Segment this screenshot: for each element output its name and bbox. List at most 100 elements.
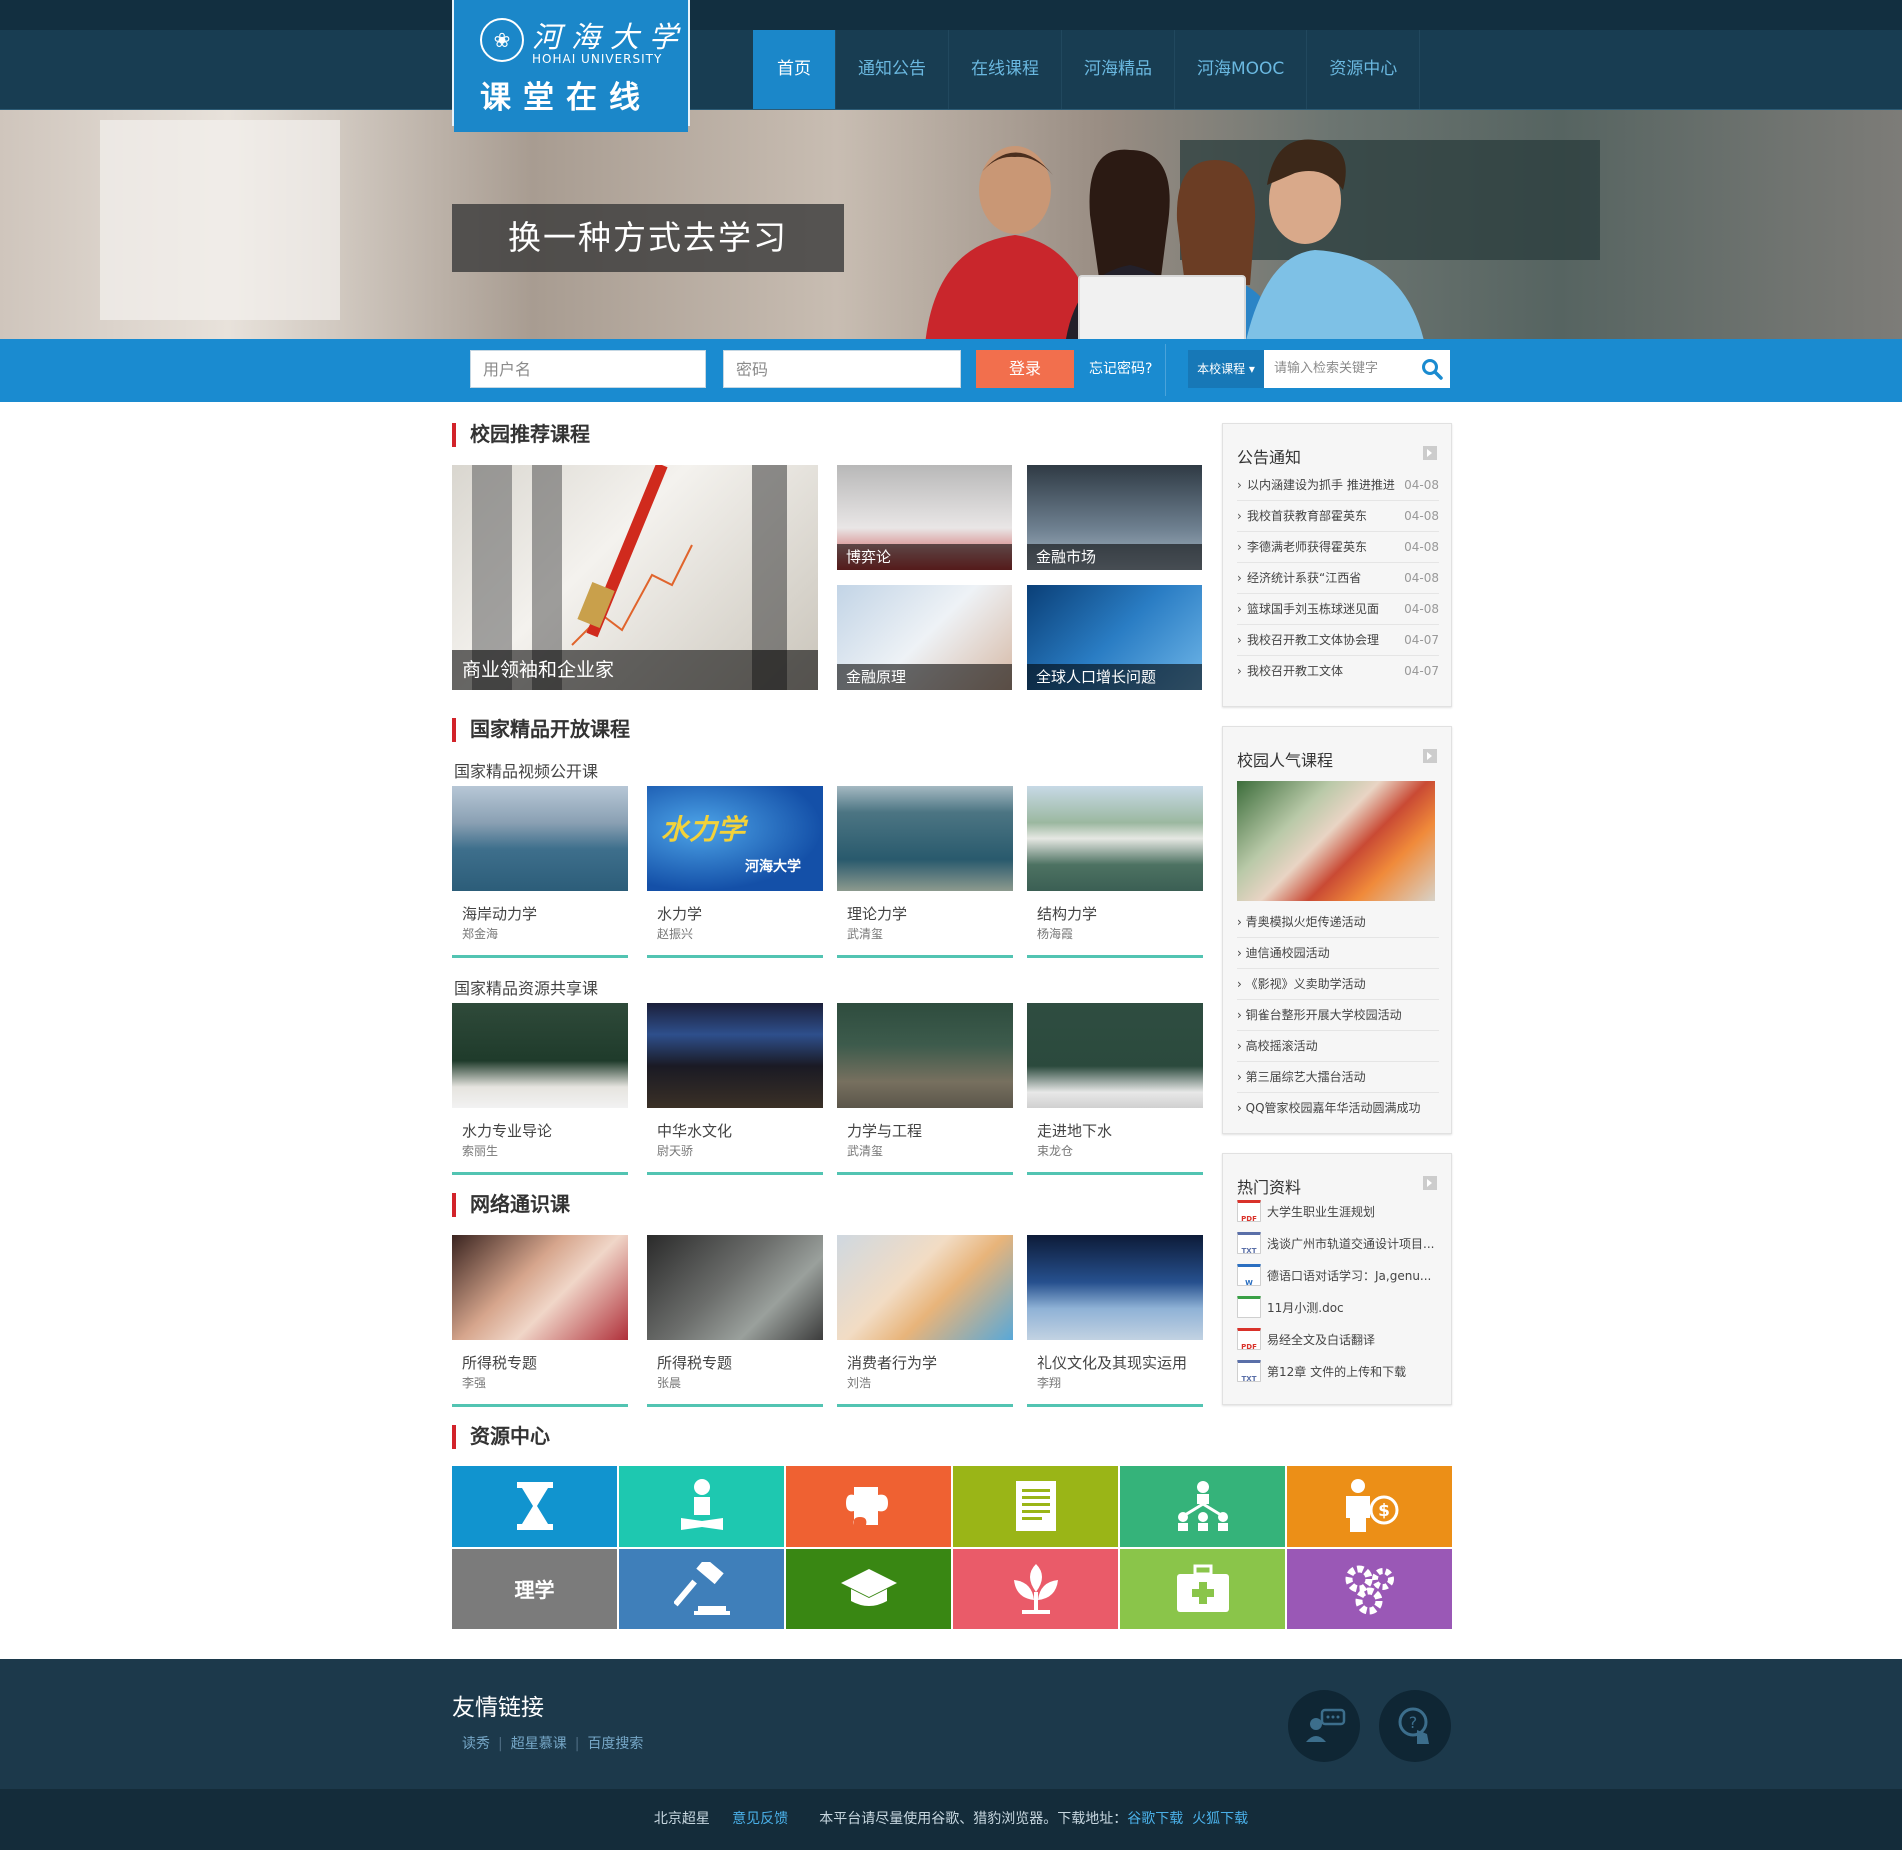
- nav-item-hohai-mooc[interactable]: 河海MOOC: [1175, 30, 1308, 109]
- popular-course-item[interactable]: › 迪信通校园活动: [1237, 938, 1439, 969]
- notice-item[interactable]: › 李德满老师获得霍英东 04-08: [1237, 532, 1439, 563]
- resource-tile[interactable]: $: [1287, 1466, 1452, 1547]
- nav-item-resource-center[interactable]: 资源中心: [1307, 30, 1421, 109]
- chat-support-button[interactable]: [1288, 1690, 1360, 1762]
- friend-links: 读秀 | 超星慕课 | 百度搜索: [462, 1733, 643, 1753]
- course-card[interactable]: 海岸动力学 郑金海: [452, 786, 628, 958]
- search-icon[interactable]: [1420, 357, 1444, 381]
- notice-item[interactable]: › 我校召开教工文体 04-07: [1237, 656, 1439, 687]
- txt-file-icon: TXT: [1237, 1359, 1261, 1383]
- resource-tile[interactable]: [619, 1466, 784, 1547]
- search-scope-select[interactable]: 本校课程 ▾: [1188, 350, 1264, 388]
- doc-title: 第12章 文件的上传和下载: [1267, 1365, 1407, 1379]
- doc-item[interactable]: PDF 易经全文及白话翻译: [1237, 1324, 1439, 1356]
- nav-item-home[interactable]: 首页: [753, 30, 836, 109]
- plant-icon: [1013, 1563, 1058, 1614]
- course-tile-population-growth[interactable]: 全球人口增长问题: [1027, 585, 1202, 690]
- course-card[interactable]: 中华水文化 尉天骄: [647, 1003, 823, 1175]
- notice-item[interactable]: › 篮球国手刘玉栋球迷见面 04-08: [1237, 594, 1439, 625]
- doc-item[interactable]: 11月小测.doc: [1237, 1292, 1439, 1324]
- svg-text:?: ?: [1409, 1713, 1418, 1732]
- notice-title: 李德满老师获得霍英东: [1247, 540, 1368, 554]
- notice-date: 04-08: [1404, 571, 1439, 585]
- forgot-password-link[interactable]: 忘记密码?: [1089, 358, 1152, 378]
- course-card[interactable]: 所得税专题 张晨: [647, 1235, 823, 1407]
- nav-item-notices[interactable]: 通知公告: [836, 30, 949, 109]
- resource-tile[interactable]: [786, 1466, 951, 1547]
- resource-tile[interactable]: 理学: [452, 1548, 617, 1629]
- course-tile-financial-market[interactable]: 金融市场: [1027, 465, 1202, 570]
- popular-course-item[interactable]: › 青奥模拟火炬传递活动: [1237, 907, 1439, 938]
- notice-date: 04-07: [1404, 633, 1439, 647]
- resource-tile[interactable]: [619, 1548, 784, 1629]
- resource-tile[interactable]: [953, 1466, 1118, 1547]
- course-card[interactable]: 走进地下水 束龙仓: [1027, 1003, 1203, 1175]
- friend-link[interactable]: 读秀: [462, 1736, 490, 1752]
- course-thumbnail: [1027, 786, 1203, 891]
- org-name: 北京超星: [653, 1811, 710, 1827]
- doc-item[interactable]: TXT 浅谈广州市轨道交通设计项目...: [1237, 1228, 1439, 1260]
- course-teacher: 郑金海: [462, 927, 499, 941]
- login-button[interactable]: 登录: [976, 350, 1074, 388]
- doc-item[interactable]: PDF 大学生职业生涯规划: [1237, 1196, 1439, 1228]
- notice-date: 04-07: [1404, 664, 1439, 678]
- course-card[interactable]: 理论力学 武清玺: [837, 786, 1013, 958]
- notice-item[interactable]: › 我校召开教工文体协会理 04-07: [1237, 625, 1439, 656]
- course-card[interactable]: 礼仪文化及其现实运用 李翔: [1027, 1235, 1203, 1407]
- gears-icon: [1345, 1565, 1394, 1615]
- course-teacher: 武清玺: [847, 927, 884, 941]
- notice-item[interactable]: › 经济统计系获“江西省 04-08: [1237, 563, 1439, 594]
- notice-item[interactable]: › 以内涵建设为抓手 推进推进 04-08: [1237, 470, 1439, 501]
- popular-course-title: 高校摇滚活动: [1245, 1039, 1318, 1053]
- nav-item-online-courses[interactable]: 在线课程: [949, 30, 1062, 109]
- popular-course-item[interactable]: › 《影视》义卖助学活动: [1237, 969, 1439, 1000]
- popular-course-item[interactable]: › 第三届综艺大擂台活动: [1237, 1062, 1439, 1093]
- resource-tile[interactable]: [452, 1466, 617, 1547]
- course-tile-game-theory[interactable]: 博弈论: [837, 465, 1012, 570]
- featured-course-tile[interactable]: 商业领袖和企业家: [452, 465, 818, 690]
- course-thumbnail: [837, 786, 1013, 891]
- course-card[interactable]: 水力专业导论 索丽生: [452, 1003, 628, 1175]
- friend-link[interactable]: 超星慕课: [511, 1736, 567, 1752]
- resource-tile[interactable]: [1120, 1466, 1285, 1547]
- course-card[interactable]: 结构力学 杨海霞: [1027, 786, 1203, 958]
- doc-item[interactable]: W 德语口语对话学习：Ja,genu...: [1237, 1260, 1439, 1292]
- username-input[interactable]: 用户名: [470, 350, 706, 388]
- course-thumbnail: [1027, 1235, 1203, 1340]
- course-card[interactable]: 力学与工程 武清玺: [837, 1003, 1013, 1175]
- puzzle-icon: [845, 1487, 888, 1526]
- resource-tile[interactable]: [1287, 1548, 1452, 1629]
- course-card[interactable]: 所得税专题 李强: [452, 1235, 628, 1407]
- popular-course-item[interactable]: › QQ管家校园嘉年华活动圆满成功: [1237, 1093, 1439, 1124]
- doc-title: 大学生职业生涯规划: [1267, 1205, 1376, 1219]
- more-arrow-icon[interactable]: [1423, 1176, 1437, 1190]
- notice-item[interactable]: › 我校首获教育部霍英东 04-08: [1237, 501, 1439, 532]
- help-button[interactable]: ?: [1379, 1690, 1451, 1762]
- password-input[interactable]: 密码: [723, 350, 961, 388]
- course-name: 理论力学: [847, 905, 908, 923]
- popular-course-image[interactable]: [1237, 781, 1435, 901]
- feedback-link[interactable]: 意见反馈: [732, 1811, 788, 1827]
- footer: [0, 1659, 1902, 1789]
- doc-item[interactable]: TXT 第12章 文件的上传和下载: [1237, 1356, 1439, 1388]
- popular-course-item[interactable]: › 铜雀台整形开展大学校园活动: [1237, 1000, 1439, 1031]
- resource-tile[interactable]: [786, 1548, 951, 1629]
- logo-ribbon-edge: [454, 124, 688, 132]
- resource-tile[interactable]: [1120, 1548, 1285, 1629]
- more-arrow-icon[interactable]: [1423, 446, 1437, 460]
- course-card[interactable]: 消费者行为学 刘浩: [837, 1235, 1013, 1407]
- resource-tile[interactable]: [953, 1548, 1118, 1629]
- friend-link[interactable]: 百度搜索: [587, 1736, 643, 1752]
- more-arrow-icon[interactable]: [1423, 749, 1437, 763]
- course-thumbnail: [452, 1003, 628, 1108]
- course-card[interactable]: 水力学 河海大学 水力学 赵振兴: [647, 786, 823, 958]
- nav-item-hohai-featured[interactable]: 河海精品: [1062, 30, 1175, 109]
- site-logo[interactable]: ❀ 河海大学 HOHAI UNIVERSITY 课堂在线: [452, 0, 690, 132]
- thumbnail-watermark: 河海大学: [745, 859, 801, 875]
- popular-course-item[interactable]: › 高校摇滚活动: [1237, 1031, 1439, 1062]
- chrome-download-link[interactable]: 谷歌下载: [1127, 1811, 1183, 1827]
- course-teacher: 尉天骄: [657, 1144, 694, 1158]
- course-tile-finance-principles[interactable]: 金融原理: [837, 585, 1012, 690]
- pdf-file-icon: PDF: [1237, 1327, 1261, 1351]
- firefox-download-link[interactable]: 火狐下载: [1192, 1811, 1248, 1827]
